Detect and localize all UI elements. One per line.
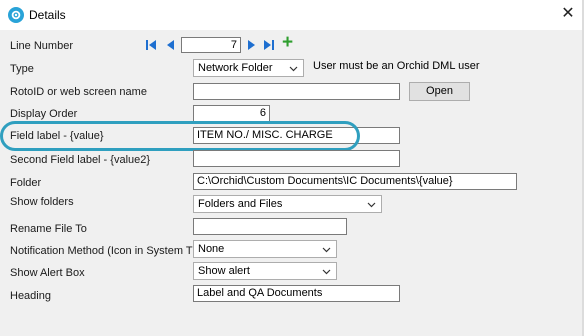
show-alert-box-label: Show Alert Box — [10, 267, 85, 279]
line-number-field[interactable]: 7 — [181, 37, 241, 53]
second-field-label-field[interactable] — [193, 150, 400, 167]
type-note: User must be an Orchid DML user — [313, 60, 480, 72]
show-alert-box-select[interactable]: Show alert — [193, 262, 337, 280]
heading-field[interactable]: Label and QA Documents — [193, 285, 400, 302]
display-order-field[interactable]: 6 — [193, 105, 270, 122]
window-title: Details — [29, 8, 66, 22]
show-alert-box-value: Show alert — [198, 265, 250, 277]
close-button[interactable]: ✕ — [556, 3, 580, 25]
chevron-down-icon — [289, 63, 298, 77]
type-select-value: Network Folder — [198, 62, 273, 74]
show-folders-select[interactable]: Folders and Files — [193, 195, 382, 213]
roto-id-label: RotoID or web screen name — [10, 86, 147, 98]
chevron-down-icon — [322, 244, 331, 258]
chevron-down-icon — [367, 199, 376, 213]
open-button[interactable]: Open — [409, 82, 470, 101]
folder-label: Folder — [10, 177, 42, 189]
type-label: Type — [10, 63, 34, 75]
notification-method-value: None — [198, 243, 225, 255]
add-icon[interactable]: + — [282, 33, 298, 52]
type-select[interactable]: Network Folder — [193, 59, 304, 77]
rename-file-label: Rename File To — [10, 223, 87, 235]
second-field-label-label: Second Field label - {value2} — [10, 154, 151, 166]
details-window: Details ✕ Line Number 7 + Type Network F… — [0, 0, 584, 336]
first-record-icon[interactable] — [145, 38, 157, 52]
folder-field[interactable]: C:\Orchid\Custom Documents\IC Documents\… — [193, 173, 517, 190]
display-order-label: Display Order — [10, 108, 78, 120]
show-folders-value: Folders and Files — [198, 198, 283, 210]
app-gear-icon — [8, 7, 24, 23]
previous-record-icon[interactable] — [165, 38, 177, 52]
heading-label: Heading — [10, 290, 51, 302]
highlight-oval — [0, 121, 360, 151]
roto-id-field[interactable] — [193, 83, 400, 100]
next-record-icon[interactable] — [245, 38, 257, 52]
notification-method-select[interactable]: None — [193, 240, 337, 258]
line-number-label: Line Number — [10, 40, 73, 52]
notification-method-label: Notification Method (Icon in System Tray… — [10, 245, 212, 257]
rename-file-field[interactable] — [193, 218, 347, 235]
last-record-icon[interactable] — [263, 38, 275, 52]
show-folders-label: Show folders — [10, 196, 74, 208]
chevron-down-icon — [322, 266, 331, 280]
title-bar: Details ✕ — [0, 0, 584, 30]
